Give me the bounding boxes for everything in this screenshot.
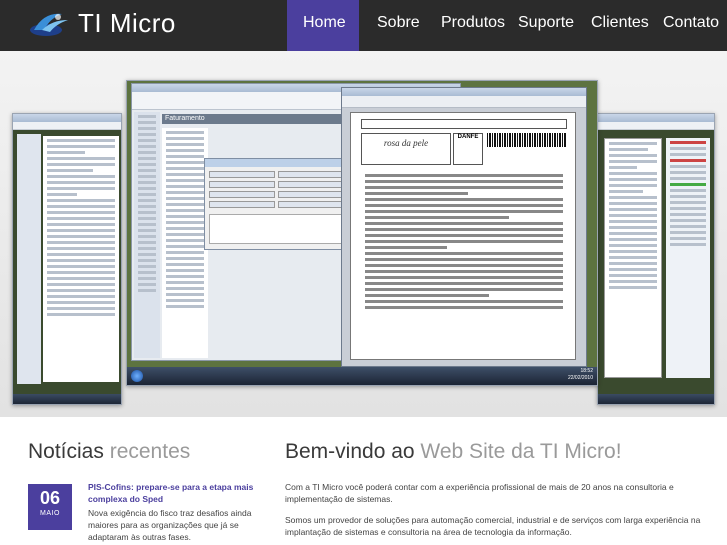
news-date-day: 06 <box>39 488 61 508</box>
news-summary: Nova exigência do fisco traz desafios ai… <box>88 508 252 542</box>
hero-banner: Faturamento rosa da pele DANFE 18:52 22/… <box>0 51 727 417</box>
nav-clientes[interactable]: Clientes <box>591 14 649 32</box>
doc-brand: rosa da pele <box>361 133 451 165</box>
welcome-title-accent: Web Site da TI Micro! <box>420 440 622 463</box>
nav-contato[interactable]: Contato <box>663 14 719 32</box>
barcode <box>487 133 567 147</box>
news-title-light: recentes <box>109 440 191 463</box>
start-button-icon <box>131 370 143 382</box>
welcome-paragraph-2: Somos um provedor de soluções para autom… <box>285 515 701 537</box>
nav-produtos[interactable]: Produtos <box>441 14 505 32</box>
windows-taskbar: 18:52 22/02/2010 <box>127 367 597 385</box>
screenshot-main: Faturamento rosa da pele DANFE 18:52 22/… <box>126 80 598 386</box>
welcome-title: Bem-vindo ao Web Site da TI Micro! <box>285 440 622 464</box>
news-section-title: Notícias recentes <box>28 440 190 464</box>
nav-sobre[interactable]: Sobre <box>377 14 420 32</box>
clock-date: 22/02/2010 <box>567 375 593 381</box>
screenshot-left <box>12 113 122 405</box>
top-navbar: TI Micro Home Sobre Produtos Suporte Cli… <box>0 0 727 51</box>
news-title-main: Notícias <box>28 440 104 463</box>
news-headline-link[interactable]: PIS-Cofins: prepare-se para a etapa mais… <box>88 481 258 505</box>
danfe-document: rosa da pele DANFE <box>350 112 576 360</box>
nav-home[interactable]: Home <box>303 14 346 32</box>
news-date-month: MAIO <box>40 510 60 517</box>
screenshot-right <box>597 113 715 405</box>
danfe-label: DANFE <box>453 133 483 165</box>
nav-suporte[interactable]: Suporte <box>518 14 574 32</box>
ti-micro-logo-icon[interactable] <box>28 8 72 40</box>
danfe-viewer-window: rosa da pele DANFE <box>341 87 587 367</box>
welcome-title-main: Bem-vindo ao <box>285 440 415 463</box>
news-date-badge: 06 MAIO <box>28 484 72 530</box>
welcome-paragraph-1: Com a TI Micro você poderá contar com a … <box>285 482 674 504</box>
clock-time: 18:52 <box>580 368 593 374</box>
brand-name[interactable]: TI Micro <box>78 8 176 39</box>
